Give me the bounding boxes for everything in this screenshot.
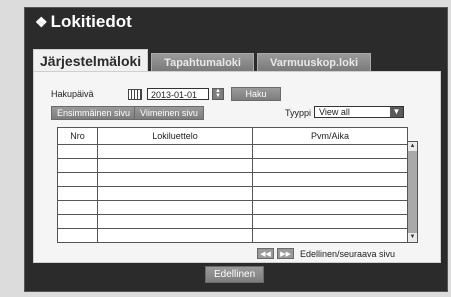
table-scrollbar[interactable]: ▲ ▼ [407, 141, 418, 243]
table-cell [57, 228, 98, 243]
table-cell [97, 214, 253, 229]
column-header-number: Nro [57, 127, 98, 145]
scroll-down-icon[interactable]: ▼ [408, 233, 417, 242]
table-cell [97, 158, 253, 173]
tab-backup-log[interactable]: Varmuuskop.loki [256, 53, 372, 71]
table-cell [57, 214, 98, 229]
table-row[interactable] [57, 144, 408, 159]
back-button[interactable]: Edellinen [205, 266, 265, 283]
table-cell [57, 186, 98, 201]
table-cell [252, 172, 408, 187]
spinner-icon[interactable]: ▲ ▼ [212, 88, 224, 100]
table-cell [97, 228, 253, 243]
table-cell [252, 228, 408, 243]
pagination-label: Edellinen/seuraava sivu [300, 249, 396, 259]
search-button[interactable]: Haku [231, 87, 281, 101]
table-cell [252, 158, 408, 173]
window-title: ❖ Lokitiedot [35, 12, 132, 32]
log-window: ❖ Lokitiedot Järjestelmäloki Tapahtumalo… [24, 7, 448, 292]
tab-bar: Järjestelmäloki Tapahtumaloki Varmuuskop… [33, 49, 372, 71]
table-cell [252, 200, 408, 215]
table-cell [252, 214, 408, 229]
table-row[interactable] [57, 186, 408, 201]
column-header-datetime: Pvm/Aika [252, 127, 408, 145]
calendar-icon[interactable] [128, 89, 142, 100]
table-cell [57, 200, 98, 215]
table-cell [57, 172, 98, 187]
table-cell [252, 144, 408, 159]
log-panel: Hakupäivä 2013-01-01 ▲ ▼ Haku Ensimmäinen… [33, 71, 441, 263]
table-row[interactable] [57, 214, 408, 229]
type-select[interactable]: View all ▼ [314, 106, 404, 118]
table-cell [97, 144, 253, 159]
scroll-up-icon[interactable]: ▲ [408, 142, 417, 151]
dropdown-arrow-icon[interactable]: ▼ [390, 107, 403, 117]
last-page-button[interactable]: Viimeinen sivu [134, 106, 204, 120]
search-date-label: Hakupäivä [51, 89, 94, 99]
first-page-button[interactable]: Ensimmäinen sivu [51, 106, 137, 120]
table-cell [97, 186, 253, 201]
table-row[interactable] [57, 200, 408, 215]
table-row[interactable] [57, 172, 408, 187]
diamond-icon: ❖ [35, 13, 48, 30]
table-cell [57, 158, 98, 173]
window-title-text: Lokitiedot [50, 12, 132, 31]
next-page-icon[interactable]: ▶▶ [277, 248, 294, 259]
tab-system-log[interactable]: Järjestelmäloki [33, 49, 149, 71]
table-cell [252, 186, 408, 201]
table-row[interactable] [57, 228, 408, 243]
table-row[interactable] [57, 158, 408, 173]
table-cell [97, 172, 253, 187]
search-date-field[interactable]: 2013-01-01 [147, 88, 209, 100]
tab-event-log[interactable]: Tapahtumaloki [151, 53, 254, 71]
type-label: Tyyppi [285, 108, 312, 118]
log-table: Nro Lokiluettelo Pvm/Aika [57, 127, 408, 243]
prev-page-icon[interactable]: ◀◀ [257, 248, 274, 259]
table-header-row: Nro Lokiluettelo Pvm/Aika [57, 127, 408, 145]
column-header-log-list: Lokiluettelo [97, 127, 253, 145]
type-select-value: View all [319, 107, 350, 117]
table-cell [97, 200, 253, 215]
table-cell [57, 144, 98, 159]
